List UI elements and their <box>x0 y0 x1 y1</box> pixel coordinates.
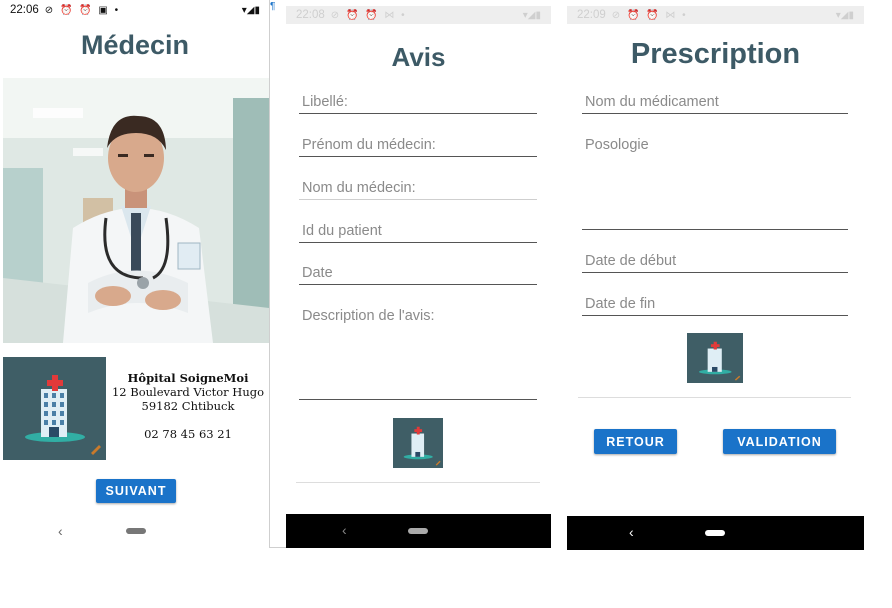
signal-battery-icon: ▾◢▮ <box>835 9 854 21</box>
medecin-screen: 22:06 ⊘ ⏰ ⏰ ▣ • ▾◢▮ Médecin Hôpital Soig… <box>0 0 270 548</box>
posologie-field[interactable]: Posologie <box>582 137 848 230</box>
hospital-city: 59182 Chtibuck <box>141 399 235 413</box>
hospital-icon <box>393 418 443 468</box>
page-title: Avis <box>391 42 446 72</box>
status-time: 22:09 <box>577 9 606 21</box>
status-time: 22:06 <box>10 4 39 16</box>
validate-button[interactable]: VALIDATION <box>723 429 836 454</box>
hospital-address: 12 Boulevard Victor Hugo <box>111 385 265 399</box>
back-button[interactable]: RETOUR <box>594 429 677 454</box>
status-bar: 22:08 ⊘ ⏰ ⏰ ⋈ • ▾◢▮ <box>286 6 551 24</box>
prescription-screen: 22:09 ⊘ ⏰ ⏰ ⋈ • ▾◢▮ Prescription Nom du … <box>567 0 864 550</box>
home-nav-icon[interactable] <box>408 528 428 534</box>
status-bar: 22:09 ⊘ ⏰ ⏰ ⋈ • ▾◢▮ <box>567 6 864 24</box>
status-time: 22:08 <box>296 9 325 21</box>
description-avis-field[interactable]: Description de l'avis: <box>299 308 537 400</box>
avis-screen: 22:08 ⊘ ⏰ ⏰ ⋈ • ▾◢▮ Avis Libellé: Prénom… <box>286 0 551 548</box>
hospital-name: Hôpital SoigneMoi <box>127 371 249 385</box>
back-nav-icon[interactable]: ‹ <box>58 523 63 539</box>
date-debut-field[interactable]: Date de début <box>582 253 848 273</box>
nav-bar: ‹ <box>286 514 551 548</box>
nav-bar: ‹ <box>567 516 864 550</box>
divider <box>296 482 540 483</box>
prenom-medecin-field[interactable]: Prénom du médecin: <box>299 137 537 157</box>
screen-separator <box>269 0 270 548</box>
back-nav-icon[interactable]: ‹ <box>342 522 347 538</box>
date-field[interactable]: Date <box>299 265 537 285</box>
next-button[interactable]: SUIVANT <box>96 479 176 503</box>
nav-bar: ‹ <box>0 520 270 542</box>
pilcrow-icon: ¶ <box>270 1 276 12</box>
status-bar: 22:06 ⊘ ⏰ ⏰ ▣ • ▾◢▮ <box>0 0 270 20</box>
nom-medecin-field[interactable]: Nom du médecin: <box>299 180 537 200</box>
notification-icons: ⊘ ⏰ ⏰ ▣ • <box>44 4 121 16</box>
libelle-field[interactable]: Libellé: <box>299 94 537 114</box>
page-title: Prescription <box>630 38 801 70</box>
notification-icons: ⊘ ⏰ ⏰ ⋈ • <box>611 9 688 21</box>
home-nav-icon[interactable] <box>705 530 725 536</box>
hospital-icon <box>3 357 106 460</box>
notification-icons: ⊘ ⏰ ⏰ ⋈ • <box>330 9 407 21</box>
signal-battery-icon: ▾◢▮ <box>241 4 260 16</box>
doctor-photo <box>3 78 269 343</box>
divider <box>578 397 851 398</box>
home-nav-icon[interactable] <box>126 528 146 534</box>
back-nav-icon[interactable]: ‹ <box>629 524 634 540</box>
signal-battery-icon: ▾◢▮ <box>522 9 541 21</box>
date-fin-field[interactable]: Date de fin <box>582 296 848 316</box>
hospital-icon <box>687 333 743 383</box>
medicament-field[interactable]: Nom du médicament <box>582 94 848 114</box>
hospital-phone: 02 78 45 63 21 <box>144 427 232 441</box>
hospital-info: Hôpital SoigneMoi 12 Boulevard Victor Hu… <box>108 371 268 441</box>
page-title: Médecin <box>80 30 190 60</box>
id-patient-field[interactable]: Id du patient <box>299 223 537 243</box>
